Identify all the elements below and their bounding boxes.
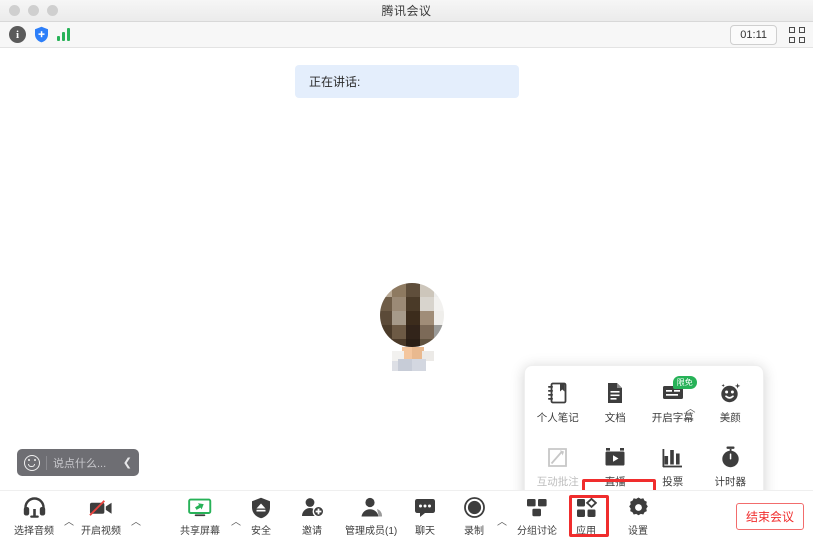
app-item-live[interactable]: 直播 (587, 439, 645, 494)
app-item-label: 互动批注 (536, 476, 579, 488)
apps-row-primary: 个人笔记 文档 限免 ︿ 开启字幕 美颜 (525, 366, 763, 430)
app-item-timer[interactable]: 计时器 (702, 439, 760, 494)
invite-icon (300, 496, 324, 519)
toolbar-item-label: 录制 (464, 526, 484, 537)
app-item-label: 美颜 (719, 412, 741, 424)
poll-icon (661, 445, 685, 469)
window-title: 腾讯会议 (381, 3, 432, 18)
toolbar-item-label: 设置 (628, 526, 648, 537)
bottom-toolbar: 选择音频 ︿ 开启视频 ︿ 共享屏幕 ︿ 安全 邀请 管理成员(1) 聊天 录制… (0, 490, 813, 541)
toolbar-item-settings[interactable]: 设置 (626, 496, 650, 537)
chevron-up-icon[interactable]: ︿ (686, 400, 696, 415)
toolbar-item-label: 安全 (251, 526, 271, 537)
record-chevron-up-icon[interactable]: ︿ (497, 513, 507, 528)
share-chevron-up-icon[interactable]: ︿ (231, 513, 241, 528)
apps-icon (574, 496, 598, 519)
toolbar-item-label: 聊天 (415, 526, 435, 537)
meeting-window: 腾讯会议 i 01:11 正在讲话: 说点什么... ❮ 个人笔记 文档 限免 … (0, 0, 813, 541)
app-item-document[interactable]: 文档 (587, 375, 645, 430)
info-icon[interactable]: i (9, 26, 26, 43)
toolbar-item-label: 分组讨论 (517, 526, 557, 537)
chat-input-bar[interactable]: 说点什么... ❮ (17, 449, 139, 476)
app-item-subtitles[interactable]: 限免 ︿ 开启字幕 (644, 375, 702, 430)
emoji-icon[interactable] (24, 454, 40, 471)
chevron-left-icon[interactable]: ❮ (123, 456, 132, 469)
toolbar-item-label: 应用 (576, 526, 596, 537)
app-item-personal-notes[interactable]: 个人笔记 (529, 375, 587, 430)
top-toolbar: i 01:11 (0, 22, 813, 48)
security-shield-icon[interactable] (34, 26, 49, 43)
toolbar-item-label: 选择音频 (14, 526, 54, 537)
video-chevron-up-icon[interactable]: ︿ (131, 513, 141, 528)
chat-input-placeholder[interactable]: 说点什么... (53, 455, 123, 471)
chat-icon (413, 496, 437, 519)
toolbar-item-share-screen[interactable]: 共享屏幕 (180, 496, 220, 537)
audio-chevron-up-icon[interactable]: ︿ (64, 513, 74, 528)
app-item-label: 计时器 (714, 476, 747, 488)
video-off-icon (89, 496, 113, 519)
title-bar: 腾讯会议 (0, 0, 813, 22)
toolbar-item-label: 开启视频 (81, 526, 121, 537)
app-item-label: 直播 (604, 476, 626, 488)
apps-row-secondary: 互动批注 直播 投票 计时器 (525, 430, 763, 494)
network-signal-icon[interactable] (57, 28, 70, 41)
app-item-label: 文档 (604, 412, 626, 424)
toolbar-item-label: 管理成员(1) (345, 526, 398, 537)
security-icon (249, 496, 273, 519)
timer-icon (718, 445, 742, 469)
fullscreen-icon[interactable] (789, 26, 805, 43)
headset-icon (22, 496, 46, 519)
toolbar-item-label: 邀请 (302, 526, 322, 537)
divider (46, 455, 47, 470)
app-item-label: 个人笔记 (536, 412, 579, 424)
toolbar-item-chat[interactable]: 聊天 (413, 496, 437, 537)
settings-gear-icon (626, 496, 650, 519)
top-toolbar-right: 01:11 (730, 24, 805, 45)
beauty-face-icon (718, 381, 742, 405)
document-icon (603, 381, 627, 405)
record-icon (462, 496, 486, 519)
live-stream-icon (603, 445, 627, 469)
toolbar-item-apps[interactable]: 应用 (574, 496, 598, 537)
toolbar-item-manage-members[interactable]: 管理成员(1) (345, 496, 397, 537)
annotation-icon (546, 445, 570, 469)
avatar (378, 283, 446, 371)
toolbar-item-audio[interactable]: 选择音频 (14, 496, 54, 537)
meeting-timer[interactable]: 01:11 (730, 24, 777, 45)
speaking-indicator: 正在讲话: (295, 65, 519, 98)
share-screen-icon (188, 496, 212, 519)
toolbar-item-breakout-rooms[interactable]: 分组讨论 (517, 496, 557, 537)
app-item-annotation[interactable]: 互动批注 (529, 439, 587, 494)
manage-members-icon (359, 496, 383, 519)
app-item-poll[interactable]: 投票 (644, 439, 702, 494)
toolbar-item-security[interactable]: 安全 (249, 496, 273, 537)
toolbar-item-invite[interactable]: 邀请 (300, 496, 324, 537)
notebook-icon (546, 381, 570, 405)
toolbar-item-video[interactable]: 开启视频 (81, 496, 121, 537)
speaking-label: 正在讲话: (309, 75, 361, 89)
top-toolbar-left: i (9, 26, 70, 43)
limited-free-badge: 限免 (672, 376, 697, 389)
toolbar-item-label: 共享屏幕 (180, 526, 220, 537)
video-stage: 正在讲话: 说点什么... ❮ 个人笔记 文档 限免 ︿ 开启字幕 美颜 互动批… (0, 49, 813, 537)
app-item-label: 投票 (662, 476, 684, 488)
breakout-rooms-icon (525, 496, 549, 519)
app-item-beauty[interactable]: 美颜 (702, 375, 760, 430)
end-meeting-button[interactable]: 结束会议 (735, 503, 804, 530)
toolbar-item-record[interactable]: 录制 (462, 496, 486, 537)
